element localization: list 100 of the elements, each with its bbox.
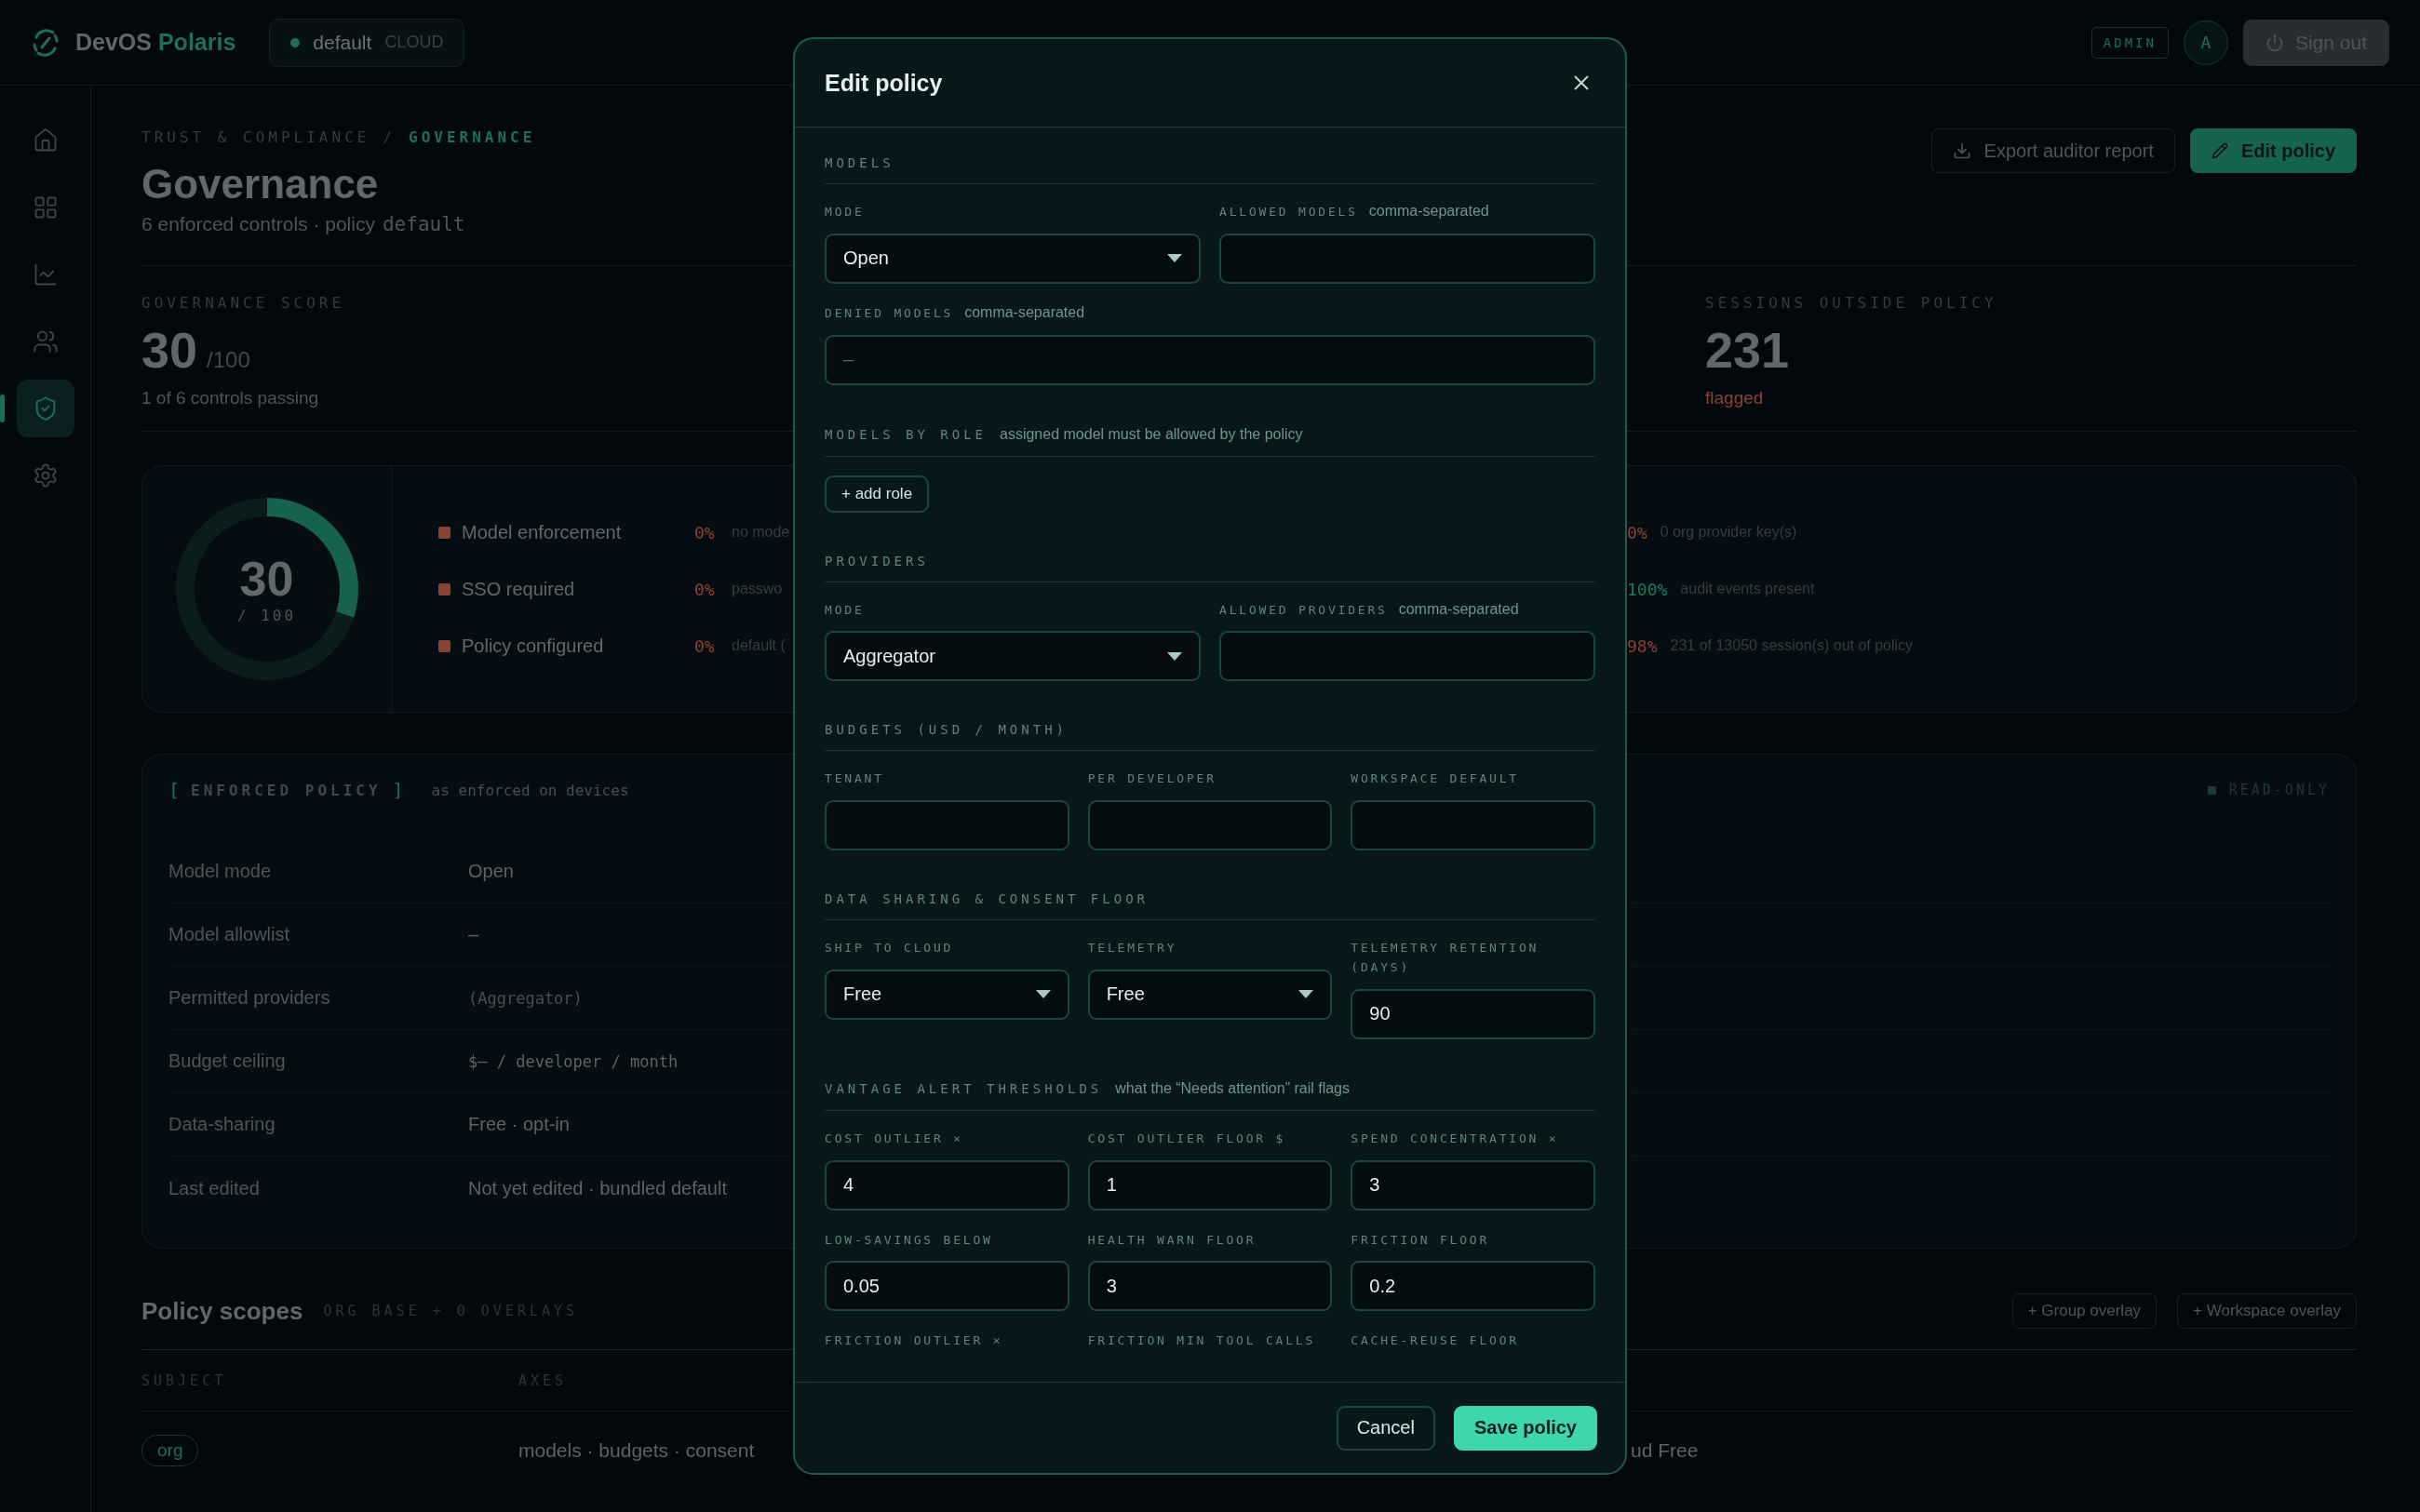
field-label: MODE	[825, 204, 865, 221]
bracket: ]	[392, 779, 404, 801]
brand-name: DevOS Polaris	[75, 29, 236, 56]
field-label: WORKSPACE DEFAULT	[1351, 770, 1519, 788]
section-heading: MODELS	[825, 155, 894, 170]
logo-icon	[31, 27, 60, 58]
input-field[interactable]: 1	[1087, 1159, 1333, 1211]
section-title: Policy scopes	[141, 1296, 303, 1326]
control-percent: 100%	[1627, 579, 1668, 599]
field-hint: comma-separated	[964, 303, 1085, 321]
control-name: Model enforcement	[462, 521, 623, 543]
input-field[interactable]	[1351, 800, 1595, 851]
stat-note: flagged	[1705, 388, 1765, 408]
power-icon	[2265, 33, 2284, 52]
add-role-button[interactable]: + add role	[825, 475, 930, 513]
policy-value: –	[468, 924, 479, 945]
status-dot	[290, 37, 301, 47]
field-label: CACHE-REUSE FLOOR	[1351, 1332, 1519, 1350]
input-field[interactable]	[1219, 631, 1595, 682]
input-field[interactable]: 0.2	[1351, 1261, 1595, 1312]
section-heading: BUDGETS (USD / MONTH)	[825, 722, 1068, 738]
input-field[interactable]: 0.05	[825, 1261, 1069, 1312]
policy-label: Permitted providers	[168, 987, 331, 1009]
input-field[interactable]: 3	[1351, 1159, 1595, 1211]
field-label: TELEMETRY	[1087, 940, 1177, 957]
field-label: SPEND CONCENTRATION ×	[1351, 1130, 1559, 1147]
section-heading: PROVIDERS	[825, 553, 929, 569]
policy-value: Open	[468, 861, 514, 882]
field-label: SHIP TO CLOUD	[825, 940, 954, 957]
caret-icon	[1298, 990, 1314, 999]
control-percent: 0%	[694, 636, 716, 656]
policy-value: (Aggregator)	[468, 988, 583, 1008]
caret-icon	[1035, 990, 1051, 999]
section-heading: DATA SHARING & CONSENT FLOOR	[825, 891, 1149, 907]
breadcrumb-separator: /	[383, 128, 397, 146]
input-field[interactable]: 3	[1087, 1261, 1333, 1312]
control-percent: 0%	[694, 522, 716, 542]
sidebar-item[interactable]	[16, 380, 74, 437]
card-subtitle: as enforced on devices	[431, 781, 629, 799]
stat-value: 231	[1705, 321, 1790, 379]
policy-label: Last edited	[168, 1177, 261, 1199]
caret-icon	[1167, 651, 1182, 661]
stat-note: 1 of 6 controls passing	[141, 388, 320, 408]
users-icon	[32, 328, 59, 355]
section-hint: what the “Needs attention” rail flags	[1115, 1079, 1350, 1097]
select-field[interactable]: Free	[825, 970, 1069, 1020]
field-label: PER DEVELOPER	[1087, 770, 1217, 788]
cancel-button[interactable]: Cancel	[1336, 1405, 1435, 1451]
input-field[interactable]: 90	[1351, 988, 1595, 1039]
policy-value: Free · opt-in	[468, 1114, 570, 1135]
field-label: TENANT	[825, 770, 884, 788]
field-hint: comma-separated	[1398, 600, 1519, 618]
field-label: ALLOWED MODELS	[1219, 204, 1358, 221]
field-label: FRICTION OUTLIER ×	[825, 1332, 1003, 1350]
field-label: MODE	[825, 601, 865, 619]
table-cell: models · budgets · consent	[518, 1439, 755, 1462]
input-field[interactable]: 4	[825, 1159, 1069, 1211]
save-button[interactable]: Save policy	[1453, 1405, 1597, 1451]
page-title: Governance	[141, 161, 380, 207]
input-field[interactable]	[1219, 233, 1595, 284]
stat-suffix: /100	[207, 347, 250, 373]
policy-label: Budget ceiling	[168, 1050, 287, 1072]
square-icon	[2207, 785, 2216, 795]
pencil-icon	[2211, 142, 2228, 159]
caret-icon	[1167, 254, 1182, 263]
download-icon	[1952, 141, 1971, 160]
section-heading: VANTAGE ALERT THRESHOLDS	[825, 1080, 1103, 1096]
control-percent: 98%	[1627, 636, 1658, 656]
input-field[interactable]	[825, 800, 1069, 851]
input-field[interactable]: –	[825, 334, 1595, 385]
field-label: FRICTION MIN TOOL CALLS	[1087, 1332, 1316, 1350]
active-indicator	[0, 395, 5, 422]
policy-label: Data-sharing	[168, 1114, 276, 1135]
field-label: FRICTION FLOOR	[1351, 1231, 1490, 1249]
gauge-score: 30	[239, 554, 294, 603]
field-label: LOW-SAVINGS BELOW	[825, 1231, 993, 1249]
policy-label: Model mode	[168, 861, 273, 882]
gauge-max: / 100	[236, 606, 297, 624]
policy-value: Not yet edited · bundled default	[468, 1177, 727, 1199]
field-label: DENIED MODELS	[825, 304, 954, 322]
section-hint: assigned model must be allowed by the policy	[1000, 425, 1303, 443]
control-percent: 0%	[694, 579, 716, 599]
field-label: TELEMETRY RETENTION (DAYS)	[1351, 940, 1540, 976]
select-field[interactable]: Open	[825, 233, 1201, 284]
section-heading: MODELS BY ROLE	[825, 426, 987, 442]
stat-value: 30	[141, 321, 198, 379]
dialog-title: Edit policy	[825, 69, 943, 97]
bracket: [	[168, 779, 181, 801]
policy-value: $– / developer / month	[468, 1051, 679, 1071]
role-badge: ADMIN	[2091, 26, 2169, 59]
control-name: Policy configured	[462, 635, 605, 657]
select-field[interactable]: Aggregator	[825, 631, 1201, 682]
select-field[interactable]: Free	[1087, 970, 1333, 1020]
field-label: COST OUTLIER FLOOR $	[1087, 1130, 1286, 1147]
control-name: SSO required	[462, 578, 576, 600]
table-cell: ud Free	[1631, 1439, 1699, 1462]
card-title: ENFORCED POLICY	[191, 781, 382, 799]
field-label: COST OUTLIER ×	[825, 1130, 963, 1147]
input-field[interactable]	[1087, 800, 1333, 851]
field-hint: comma-separated	[1368, 203, 1489, 220]
